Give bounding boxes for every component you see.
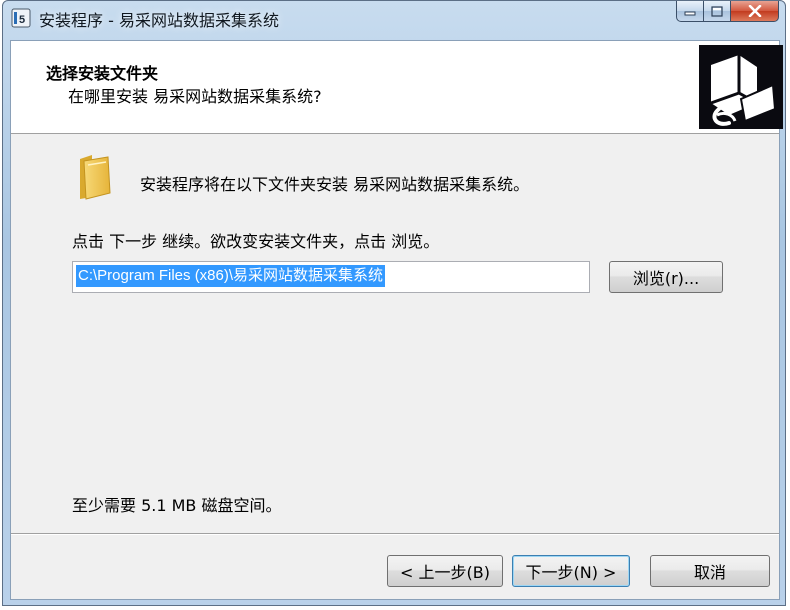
disk-space-required: 至少需要 5.1 MB 磁盘空间。 xyxy=(72,496,282,515)
svg-text:5: 5 xyxy=(19,14,25,26)
maximize-button[interactable] xyxy=(704,1,731,22)
page-subtitle: 在哪里安装 易采网站数据采集系统? xyxy=(68,87,322,106)
wizard-header: 选择安装文件夹 在哪里安装 易采网站数据采集系统? xyxy=(11,41,783,134)
cancel-button[interactable]: 取消 xyxy=(650,555,770,587)
dialog-client: 选择安装文件夹 在哪里安装 易采网站数据采集系统? 安装程序将在以下文件夹安装 … xyxy=(10,40,783,600)
window-controls xyxy=(676,1,779,23)
maximize-icon xyxy=(711,5,723,17)
title-bar[interactable]: 5 安装程序 - 易采网站数据采集系统 xyxy=(3,1,785,35)
next-button[interactable]: 下一步(N) > xyxy=(512,555,630,587)
footer-separator xyxy=(11,533,779,535)
back-button[interactable]: < 上一步(B) xyxy=(387,555,503,587)
browse-button[interactable]: 浏览(r)... xyxy=(609,261,723,293)
install-path-input[interactable]: C:\Program Files (x86)\易采网站数据采集系统 xyxy=(72,261,590,293)
install-location-message: 安装程序将在以下文件夹安装 易采网站数据采集系统。 xyxy=(140,175,530,194)
setup-computer-icon xyxy=(699,45,783,129)
page-title: 选择安装文件夹 xyxy=(46,64,159,83)
instruction-text: 点击 下一步 继续。欲改变安装文件夹，点击 浏览。 xyxy=(72,232,440,251)
minimize-button[interactable] xyxy=(676,1,704,22)
installer-app-icon: 5 xyxy=(11,8,31,28)
minimize-icon xyxy=(684,11,696,16)
close-button[interactable] xyxy=(731,1,779,22)
folder-icon xyxy=(80,155,111,200)
install-path-value: C:\Program Files (x86)\易采网站数据采集系统 xyxy=(76,265,386,287)
window-title: 安装程序 - 易采网站数据采集系统 xyxy=(39,11,279,30)
installer-window: 5 安装程序 - 易采网站数据采集系统 选择安装文件夹 在哪里安装 易采网站数据… xyxy=(2,0,786,606)
close-icon xyxy=(748,5,761,17)
